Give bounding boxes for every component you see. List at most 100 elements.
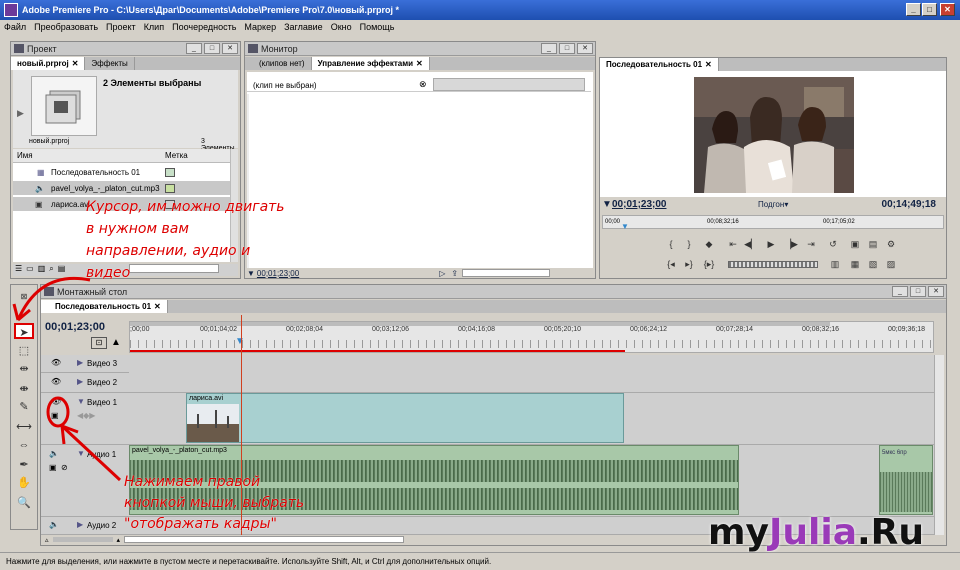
export-icon[interactable]: ⇪ — [451, 269, 458, 278]
panel-close-icon[interactable]: ✕ — [577, 43, 593, 54]
annotation-rightclick-line3: "отображать кадры" — [124, 516, 277, 532]
go-to-in-icon[interactable]: ⇤ — [726, 238, 740, 250]
video-clip[interactable]: лариса.avi — [186, 393, 624, 443]
premiere-app-icon — [4, 3, 18, 17]
menu-sequence[interactable]: Поочередность — [168, 22, 240, 32]
tab-no-clips[interactable]: (клипов нет) — [245, 57, 312, 70]
list-item[interactable]: ▦ Последовательность 01 — [13, 165, 238, 179]
selection-info: 2 Элементы выбраны — [103, 78, 202, 88]
zoom-in-icon[interactable]: ▴ — [117, 536, 121, 544]
play-icon[interactable]: ▶ — [764, 238, 778, 250]
menu-window[interactable]: Окно — [327, 22, 356, 32]
status-text: Нажмите для выделения, или нажмите в пус… — [6, 557, 492, 566]
no-clip-selected: (клип не выбран) — [253, 81, 317, 90]
step-forward-icon[interactable]: ▕▶ — [784, 238, 798, 250]
effect-zoom-slider[interactable] — [462, 269, 551, 277]
jog-shuttle-slider[interactable] — [728, 261, 818, 268]
close-window-button[interactable]: ✕ — [940, 3, 955, 16]
panel-icon — [14, 44, 24, 53]
tab-close-icon[interactable]: ✕ — [705, 60, 712, 69]
column-header-name[interactable]: Имя — [17, 151, 33, 160]
timeline-vertical-scrollbar[interactable] — [934, 355, 944, 535]
sequence-icon: ▦ — [37, 167, 45, 177]
render-bar — [130, 350, 625, 352]
trim-icon[interactable]: ▧ — [866, 258, 880, 270]
maximize-button[interactable]: □ — [922, 3, 937, 16]
clip-thumbnail — [187, 404, 239, 442]
tab-project-file[interactable]: новый.prproj ✕ — [11, 57, 86, 70]
annotation-arrows — [12, 276, 122, 482]
tab-effect-controls[interactable]: Управление эффектами ✕ — [311, 57, 430, 70]
panel-close-icon[interactable]: ✕ — [222, 43, 238, 54]
expand-timeline-icon[interactable]: ⊗ — [419, 79, 427, 90]
project-panel-title: Проект — [27, 43, 57, 54]
audio-clip-right[interactable]: 5мкс 6пр — [879, 445, 933, 515]
menu-title[interactable]: Заглавие — [280, 22, 327, 32]
set-marker-icon[interactable]: ◆ — [702, 238, 716, 250]
label-swatch — [165, 167, 175, 177]
panel-minimize-icon[interactable]: _ — [541, 43, 557, 54]
panel-maximize-icon[interactable]: □ — [204, 43, 220, 54]
panel-maximize-icon[interactable]: □ — [559, 43, 575, 54]
step-back-icon[interactable]: ◀▏ — [744, 238, 758, 250]
panel-minimize-icon[interactable]: _ — [892, 286, 908, 297]
set-in-icon[interactable]: { — [664, 238, 678, 250]
playhead-icon[interactable]: ▼ — [235, 336, 245, 347]
annotation-cursor-line2: в нужном вам — [86, 221, 189, 237]
play-audio-icon[interactable]: ▷ — [439, 269, 445, 278]
export-frame-icon[interactable]: ▨ — [884, 258, 898, 270]
zoom-out-icon[interactable]: ▵ — [45, 536, 49, 544]
menu-marker[interactable]: Маркер — [240, 22, 280, 32]
go-to-prev-edit-icon[interactable]: {◂ — [664, 258, 678, 270]
effect-controls-footer: ▼ 00;01;23;00 ▷ ⇪ — [247, 268, 593, 278]
program-time-ruler[interactable]: 00;00 00;08;32;16 00;17;05;02 ▼ — [602, 215, 944, 231]
play-thumbnail-icon[interactable]: ▶ — [17, 108, 24, 119]
expand-track-icon[interactable]: ▶ — [77, 520, 83, 529]
effect-timeline-strip[interactable] — [433, 78, 585, 91]
panel-close-icon[interactable]: ✕ — [928, 286, 944, 297]
panel-maximize-icon[interactable]: □ — [910, 286, 926, 297]
effect-controls-area: (клип не выбран) ⊗ — [247, 72, 593, 268]
menu-file[interactable]: Файл — [0, 22, 30, 32]
effect-timecode: 00;01;23;00 — [256, 268, 300, 278]
timeline-ruler[interactable]: ;00;00 00;01;04;02 00;02;08;04 00;03;12;… — [129, 321, 935, 353]
menu-convert[interactable]: Преобразовать — [30, 22, 102, 32]
minimize-button[interactable]: _ — [906, 3, 921, 16]
track-video1: 👁 ▼ Видео 1 ▣ ◀◆▶ лариса.avi — [41, 393, 934, 445]
menu-clip[interactable]: Клип — [140, 22, 168, 32]
timeline-horizontal-scrollbar[interactable] — [124, 536, 405, 543]
tab-close-icon[interactable]: ✕ — [154, 302, 161, 311]
project-preview-area: ▶ 2 Элементы выбраны новый.prproj 3 Элем… — [13, 70, 238, 152]
column-header-label[interactable]: Метка — [165, 151, 188, 160]
loop-icon[interactable]: ↺ — [826, 238, 840, 250]
track-video3: 👁 ▶ Видео 3 — [41, 355, 934, 373]
zoom-slider[interactable] — [52, 537, 113, 542]
speaker-icon[interactable]: 🔈 — [49, 520, 59, 529]
annotation-cursor-line3: направлении, аудио и — [86, 243, 251, 259]
go-to-next-edit-icon[interactable]: ▸} — [682, 258, 696, 270]
tab-effects[interactable]: Эффекты — [85, 57, 135, 70]
project-scrollbar[interactable] — [129, 264, 220, 273]
play-in-to-out-icon[interactable]: {▸} — [702, 258, 716, 270]
output-icon[interactable]: ▤ — [866, 238, 880, 250]
film-stack-icon — [45, 90, 81, 124]
set-out-icon[interactable]: } — [682, 238, 696, 250]
menu-help[interactable]: Помощь — [356, 22, 399, 32]
panel-minimize-icon[interactable]: _ — [186, 43, 202, 54]
tab-close-icon[interactable]: ✕ — [416, 59, 423, 68]
extract-icon[interactable]: ▦ — [848, 258, 862, 270]
monitor-panel-title: Монитор — [261, 43, 298, 54]
settings-icon[interactable]: ⚙ — [884, 238, 898, 250]
menu-project[interactable]: Проект — [102, 22, 140, 32]
tab-close-icon[interactable]: ✕ — [72, 59, 79, 68]
list-item[interactable]: 🔈 pavel_volya_-_platon_cut.mp3 — [13, 181, 238, 195]
track-video2: 👁 ▶ Видео 2 — [41, 373, 934, 393]
lift-icon[interactable]: ▥ — [828, 258, 842, 270]
fit-dropdown[interactable]: Подгон▾ — [758, 200, 788, 209]
window-title: Adobe Premiere Pro - C:\Users\Драг\Docum… — [22, 5, 399, 15]
program-current-timecode[interactable]: 00;01;23;00 — [612, 199, 666, 210]
tab-sequence[interactable]: Последовательность 01 ✕ — [600, 58, 719, 71]
safe-margins-icon[interactable]: ▣ — [848, 238, 862, 250]
go-to-out-icon[interactable]: ⇥ — [804, 238, 818, 250]
playhead-icon[interactable]: ▼ — [621, 222, 629, 231]
